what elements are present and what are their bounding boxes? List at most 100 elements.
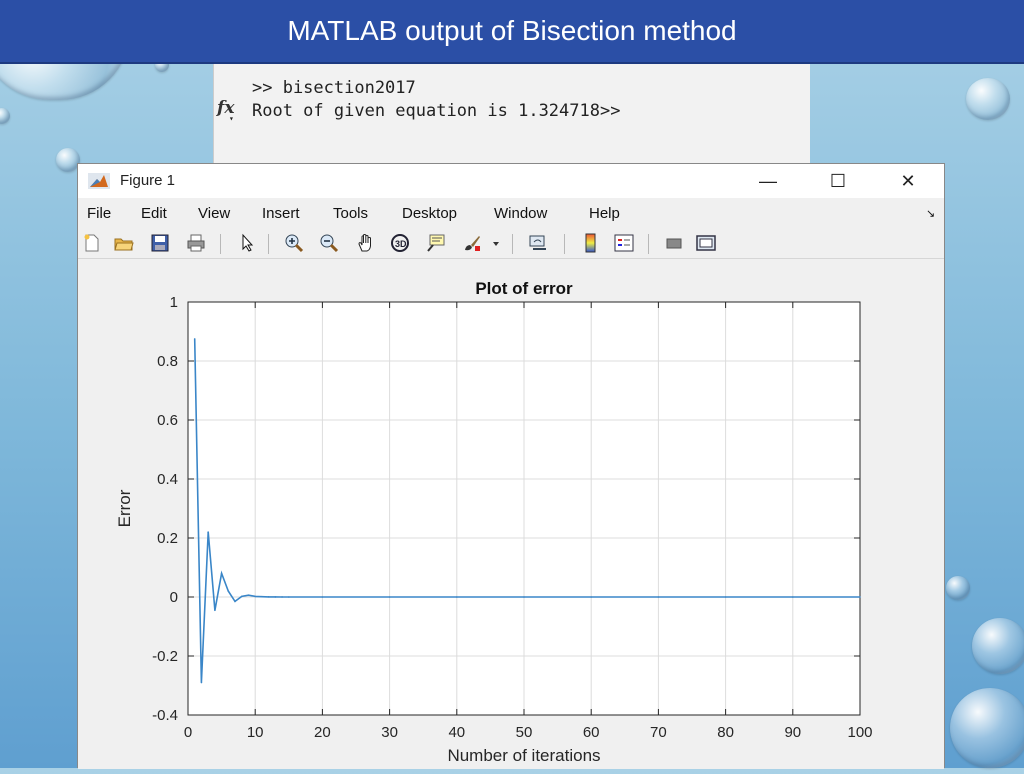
fx-dropdown-icon[interactable]: ▾: [229, 114, 234, 123]
x-tick-label: 100: [847, 724, 872, 741]
bubble-decoration: [946, 576, 970, 600]
error-plot-chart[interactable]: 0 10 20 30 40 50 60 70 80 90 100 -0.4 -0.2 0 0.2 0.4 0.6…: [78, 260, 944, 769]
matlab-logo-icon: [88, 173, 110, 194]
menu-view[interactable]: View: [198, 205, 230, 222]
error-data-point: [523, 596, 525, 598]
error-data-point: [657, 596, 660, 598]
error-data-point: [859, 596, 861, 598]
toolbar-separator: [268, 234, 269, 254]
minimize-button[interactable]: —: [746, 168, 790, 194]
error-data-point: [261, 595, 263, 598]
error-data-point: [193, 338, 196, 340]
toolbar-separator: [564, 234, 565, 254]
error-data-point: [288, 596, 290, 598]
data-cursor-icon[interactable]: [426, 233, 446, 253]
error-data-point: [234, 600, 236, 603]
error-data-point: [792, 596, 794, 598]
zoom-in-icon[interactable]: [284, 233, 304, 253]
x-tick-label: 10: [247, 724, 264, 741]
toolbar-separator: [220, 234, 221, 254]
error-data-point: [214, 609, 216, 612]
show-plot-tools-icon[interactable]: [696, 233, 716, 253]
error-data-point: [207, 531, 209, 533]
error-data-point: [456, 596, 458, 598]
error-data-point: [220, 572, 223, 575]
x-tick-label: 70: [650, 724, 667, 741]
y-axis-label: Error: [115, 489, 134, 527]
plot-area: 0 10 20 30 40 50 60 70 80 90 100 -0.4 -0.2 0 0.2 0.4 0.6…: [78, 260, 944, 769]
svg-text:3D: 3D: [395, 239, 407, 249]
y-tick-label: 0.6: [157, 412, 178, 429]
x-tick-label: 0: [184, 724, 192, 741]
console-output-line: Root of given equation is 1.324718>>: [252, 101, 621, 121]
link-plot-icon[interactable]: [528, 233, 548, 253]
save-icon[interactable]: [150, 233, 170, 253]
x-tick-label: 90: [784, 724, 801, 741]
x-tick-label: 40: [448, 724, 465, 741]
console-command-line: >> bisection2017: [252, 78, 416, 98]
bubble-decoration: [0, 108, 10, 124]
error-data-point: [247, 594, 250, 597]
x-axis-label: Number of iterations: [447, 746, 600, 765]
error-data-point: [254, 595, 256, 598]
menu-dock-arrow-icon[interactable]: ↘: [926, 207, 935, 220]
bubble-decoration: [966, 78, 1010, 120]
error-data-point: [321, 596, 324, 598]
y-tick-label: -0.2: [152, 648, 178, 665]
open-file-icon[interactable]: [114, 233, 134, 253]
pan-hand-icon[interactable]: [356, 233, 376, 253]
matlab-command-window: fx ▾ >> bisection2017 Root of given equa…: [213, 64, 810, 164]
x-tick-label: 30: [381, 724, 398, 741]
figure-window: Figure 1 — ☐ ✕ File Edit View Insert Too…: [77, 163, 945, 769]
slide-title-bar: MATLAB output of Bisection method: [0, 0, 1024, 64]
y-tick-label: 0.4: [157, 471, 178, 488]
error-data-point: [200, 681, 203, 684]
error-data-point: [388, 596, 391, 598]
menu-tools[interactable]: Tools: [333, 205, 368, 222]
brush-icon[interactable]: [462, 233, 482, 253]
x-tick-label: 60: [583, 724, 600, 741]
error-data-point: [227, 590, 230, 592]
error-data-point: [281, 596, 283, 598]
y-tick-label: 0: [170, 589, 178, 606]
x-tick-label: 80: [717, 724, 734, 741]
colorbar-icon[interactable]: [580, 233, 600, 253]
y-tick-label: 0.8: [157, 353, 178, 370]
slide-title: MATLAB output of Bisection method: [287, 15, 737, 46]
rotate-3d-icon[interactable]: 3D: [390, 233, 410, 253]
figure-toolbar: 3D: [78, 228, 944, 259]
window-title: Figure 1: [120, 172, 176, 189]
menu-edit[interactable]: Edit: [141, 205, 167, 222]
bubble-decoration: [950, 688, 1024, 768]
menu-file[interactable]: File: [87, 205, 111, 222]
print-icon[interactable]: [186, 233, 206, 253]
error-data-point: [724, 596, 727, 598]
menu-window[interactable]: Window: [494, 205, 547, 222]
menu-help[interactable]: Help: [589, 205, 620, 222]
hide-plot-tools-icon[interactable]: [664, 233, 684, 253]
brush-dropdown-icon[interactable]: [490, 233, 502, 253]
new-figure-icon[interactable]: [82, 233, 102, 253]
y-tick-label: 0.2: [157, 530, 178, 547]
window-title-bar: Figure 1 — ☐ ✕: [78, 164, 944, 198]
y-tick-label: 1: [170, 294, 178, 311]
maximize-button[interactable]: ☐: [816, 168, 860, 194]
menu-bar: File Edit View Insert Tools Desktop Wind…: [78, 200, 944, 226]
legend-icon[interactable]: [614, 233, 634, 253]
x-tick-label: 20: [314, 724, 331, 741]
x-tick-label: 50: [516, 724, 533, 741]
toolbar-separator: [512, 234, 513, 254]
close-button[interactable]: ✕: [886, 168, 930, 194]
error-data-point: [240, 595, 243, 598]
menu-insert[interactable]: Insert: [262, 205, 300, 222]
y-tick-label: -0.4: [152, 707, 178, 724]
zoom-out-icon[interactable]: [319, 233, 339, 253]
error-data-point: [274, 596, 277, 598]
toolbar-separator: [648, 234, 649, 254]
menu-desktop[interactable]: Desktop: [402, 205, 457, 222]
bubble-decoration: [972, 618, 1024, 674]
edit-plot-arrow-icon[interactable]: [238, 233, 258, 253]
error-data-point: [267, 596, 270, 598]
error-data-point: [590, 596, 592, 598]
chart-title: Plot of error: [475, 279, 573, 298]
